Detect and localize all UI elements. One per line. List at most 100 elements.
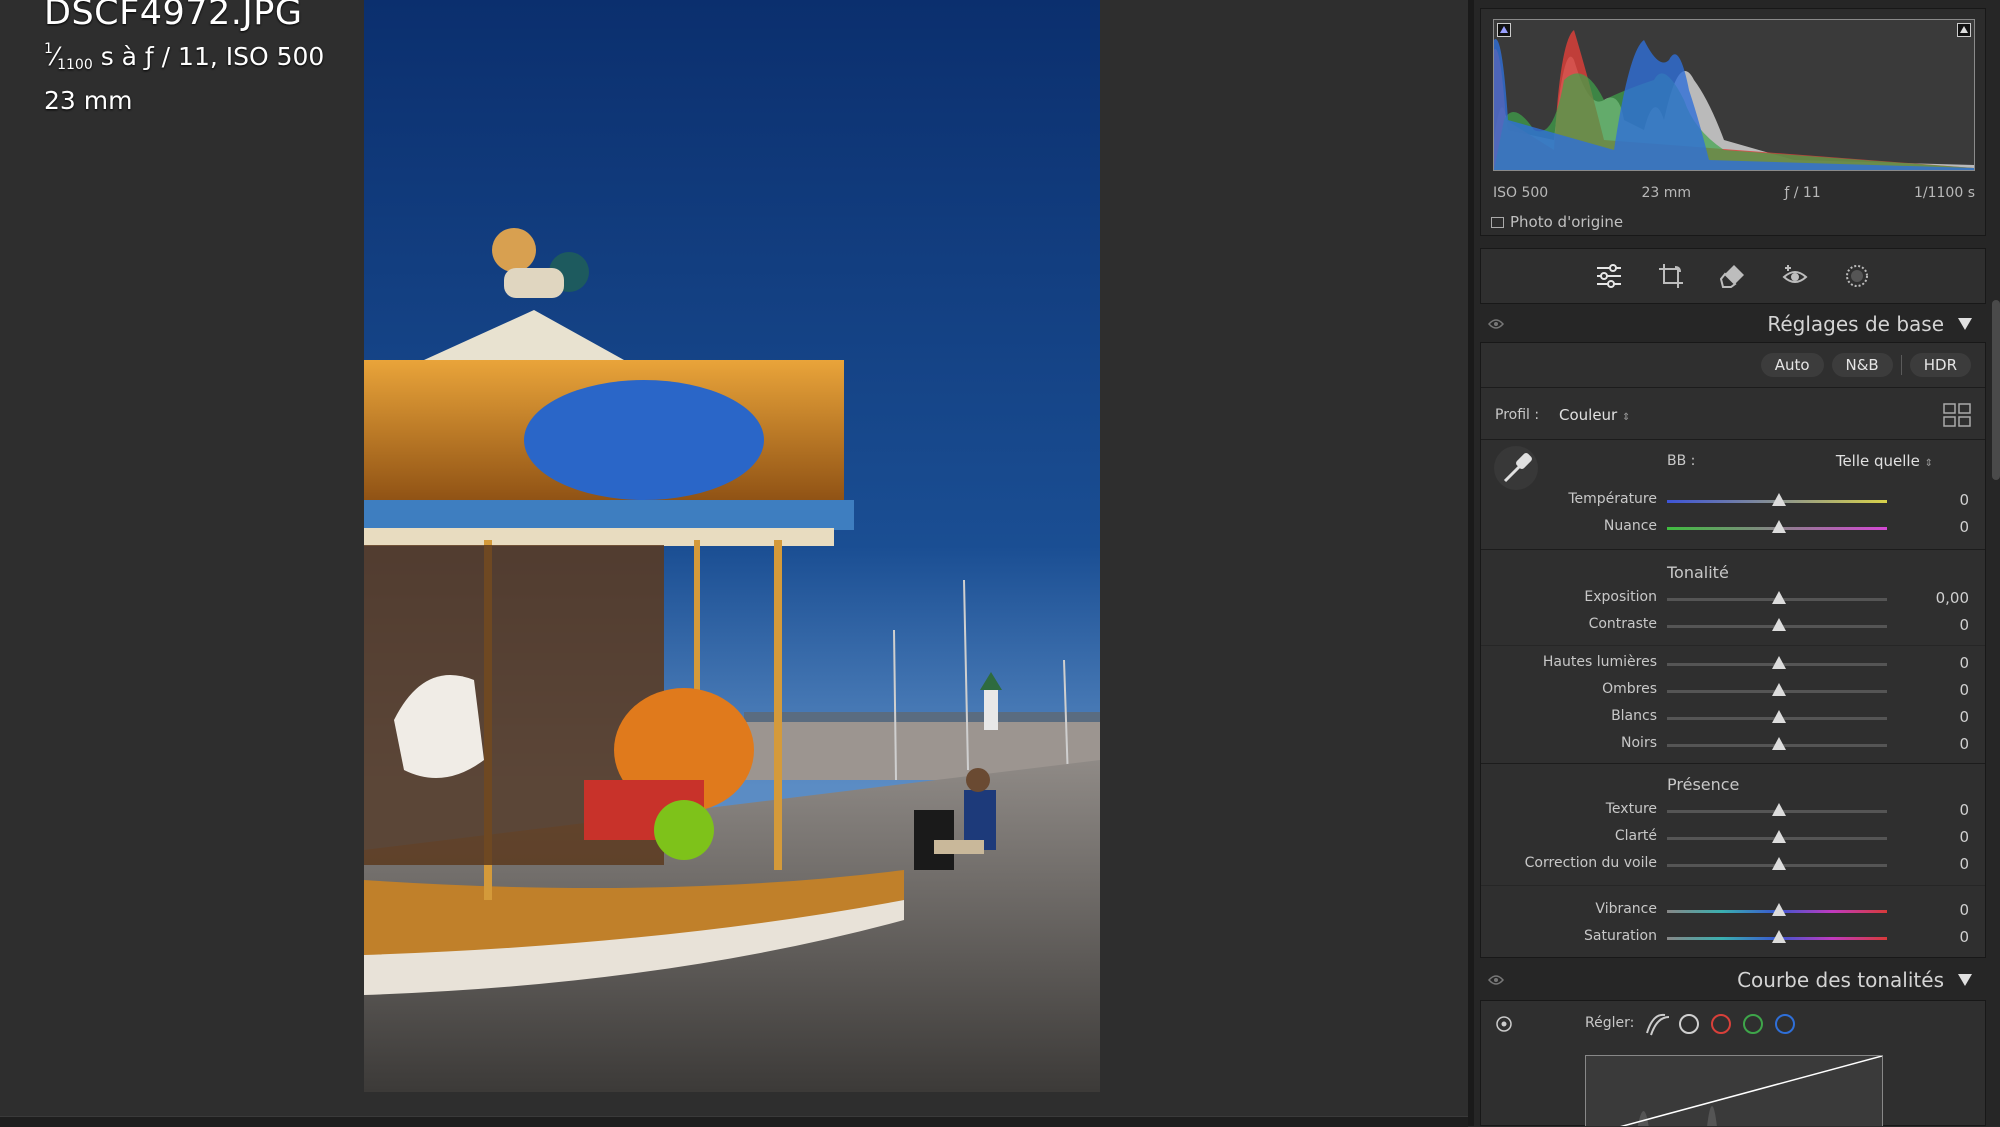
slider-knob[interactable] <box>1772 618 1786 631</box>
contrast-value[interactable]: 0 <box>1959 616 1969 634</box>
temperature-slider[interactable]: Température 0 <box>1481 491 1985 511</box>
clarity-value[interactable]: 0 <box>1959 828 1969 846</box>
whites-slider[interactable]: Blancs 0 <box>1481 708 1985 728</box>
highlight-clip-indicator[interactable] <box>1957 23 1971 37</box>
tone-curve-header[interactable]: Courbe des tonalités <box>1480 960 1986 1000</box>
temperature-value[interactable]: 0 <box>1959 491 1969 509</box>
auto-button[interactable]: Auto <box>1760 353 1824 377</box>
divider-line <box>1481 763 1985 764</box>
panel-scrollbar[interactable] <box>1992 300 2000 480</box>
divider-line <box>1481 549 1985 550</box>
tint-slider[interactable]: Nuance 0 <box>1481 518 1985 538</box>
visibility-eye-icon[interactable] <box>1488 974 1504 986</box>
slider-knob[interactable] <box>1772 737 1786 750</box>
curve-channel-selector[interactable] <box>1645 1011 1805 1037</box>
tone-curve-title: Courbe des tonalités <box>1737 968 1944 992</box>
shadows-value[interactable]: 0 <box>1959 681 1969 699</box>
button-separator <box>1900 355 1902 375</box>
updown-icon: ⇕ <box>1622 412 1631 423</box>
saturation-value[interactable]: 0 <box>1959 928 1969 946</box>
slider-knob[interactable] <box>1772 710 1786 723</box>
histogram-panel: ISO 500 23 mm ƒ / 11 1/1100 s Photo d'or… <box>1480 8 1986 236</box>
original-photo-checkbox[interactable] <box>1491 216 1504 228</box>
basic-adjustments-panel: Auto N&B HDR Profil : Couleur ⇕ BB : Tel… <box>1480 342 1986 958</box>
highlights-value[interactable]: 0 <box>1959 654 1969 672</box>
profile-dropdown[interactable]: Couleur ⇕ <box>1559 406 1630 424</box>
wb-value: Telle quelle <box>1835 452 1920 470</box>
develop-panel: ISO 500 23 mm ƒ / 11 1/1100 s Photo d'or… <box>1474 0 2000 1126</box>
divider-line <box>1481 387 1985 388</box>
file-info-overlay: DSCF4972.JPG 1⁄1100 s à ƒ / 11, ISO 500 … <box>44 0 324 118</box>
bw-button[interactable]: N&B <box>1831 353 1893 377</box>
original-photo-toggle[interactable]: Photo d'origine <box>1491 213 1623 231</box>
texture-slider[interactable]: Texture 0 <box>1481 801 1985 821</box>
original-photo-label: Photo d'origine <box>1510 213 1624 231</box>
tone-curve-graph[interactable] <box>1585 1055 1883 1126</box>
blue-channel-icon <box>1775 1014 1795 1034</box>
slider-knob[interactable] <box>1772 830 1786 843</box>
green-channel-icon <box>1743 1014 1763 1034</box>
vibrance-value[interactable]: 0 <box>1959 901 1969 919</box>
slider-knob[interactable] <box>1772 683 1786 696</box>
eyedropper-icon[interactable] <box>1493 445 1539 491</box>
blacks-value[interactable]: 0 <box>1959 735 1969 753</box>
redeye-icon[interactable] <box>1780 261 1810 291</box>
slider-knob[interactable] <box>1772 803 1786 816</box>
hdr-button[interactable]: HDR <box>1909 353 1971 377</box>
photo-viewer: DSCF4972.JPG 1⁄1100 s à ƒ / 11, ISO 500 … <box>0 0 1468 1116</box>
highlights-label: Hautes lumières <box>1542 654 1657 670</box>
slider-knob[interactable] <box>1772 520 1786 533</box>
hist-shutter: 1/1100 s <box>1913 185 1975 201</box>
visibility-eye-icon[interactable] <box>1488 318 1504 330</box>
mask-icon[interactable] <box>1842 261 1872 291</box>
exposure-value[interactable]: 0,00 <box>1936 589 1969 607</box>
dehaze-label: Correction du voile <box>1524 855 1657 871</box>
shutter-numerator: 1 <box>44 41 53 57</box>
whites-value[interactable]: 0 <box>1959 708 1969 726</box>
whites-label: Blancs <box>1611 708 1657 724</box>
shadows-slider[interactable]: Ombres 0 <box>1481 681 1985 701</box>
hist-aperture: ƒ / 11 <box>1784 185 1821 201</box>
slider-knob[interactable] <box>1772 591 1786 604</box>
highlights-slider[interactable]: Hautes lumières 0 <box>1481 654 1985 674</box>
collapse-arrow-icon[interactable] <box>1958 318 1972 330</box>
clarity-slider[interactable]: Clarté 0 <box>1481 828 1985 848</box>
rgb-channel-icon <box>1679 1014 1699 1034</box>
exposure-slider[interactable]: Exposition 0,00 <box>1481 589 1985 609</box>
blacks-slider[interactable]: Noirs 0 <box>1481 735 1985 755</box>
basic-section-header[interactable]: Réglages de base <box>1480 304 1986 344</box>
collapse-arrow-icon[interactable] <box>1958 974 1972 986</box>
slider-knob[interactable] <box>1772 656 1786 669</box>
profile-value: Couleur <box>1559 406 1618 424</box>
wb-dropdown[interactable]: Telle quelle ⇕ <box>1836 452 1933 470</box>
slider-knob[interactable] <box>1772 930 1786 943</box>
sliders-icon[interactable] <box>1594 261 1624 291</box>
target-adjust-icon[interactable] <box>1495 1015 1513 1033</box>
tint-label: Nuance <box>1603 518 1657 534</box>
texture-label: Texture <box>1605 801 1657 817</box>
dehaze-value[interactable]: 0 <box>1959 855 1969 873</box>
slider-knob[interactable] <box>1772 493 1786 506</box>
contrast-label: Contraste <box>1588 616 1657 632</box>
slider-knob[interactable] <box>1772 903 1786 916</box>
contrast-slider[interactable]: Contraste 0 <box>1481 616 1985 636</box>
profile-browser-grid-icon[interactable] <box>1943 403 1971 427</box>
crop-icon[interactable] <box>1656 261 1686 291</box>
tone-curve-svg <box>1620 1055 1883 1126</box>
dehaze-slider[interactable]: Correction du voile 0 <box>1481 855 1985 875</box>
bottom-strip <box>0 1116 1468 1127</box>
tint-value[interactable]: 0 <box>1959 518 1969 536</box>
shadow-clip-indicator[interactable] <box>1497 23 1511 37</box>
slider-knob[interactable] <box>1772 857 1786 870</box>
eraser-icon[interactable] <box>1718 261 1748 291</box>
texture-value[interactable]: 0 <box>1959 801 1969 819</box>
file-name: DSCF4972.JPG <box>44 0 303 33</box>
vibrance-label: Vibrance <box>1595 901 1657 917</box>
parametric-curve-icon <box>1646 1013 1670 1036</box>
blacks-label: Noirs <box>1621 735 1657 751</box>
photo-image[interactable] <box>364 0 1100 1092</box>
saturation-slider[interactable]: Saturation 0 <box>1481 928 1985 948</box>
histogram-curves <box>1494 30 1974 170</box>
vibrance-slider[interactable]: Vibrance 0 <box>1481 901 1985 921</box>
adjust-label: Régler: <box>1585 1015 1635 1031</box>
